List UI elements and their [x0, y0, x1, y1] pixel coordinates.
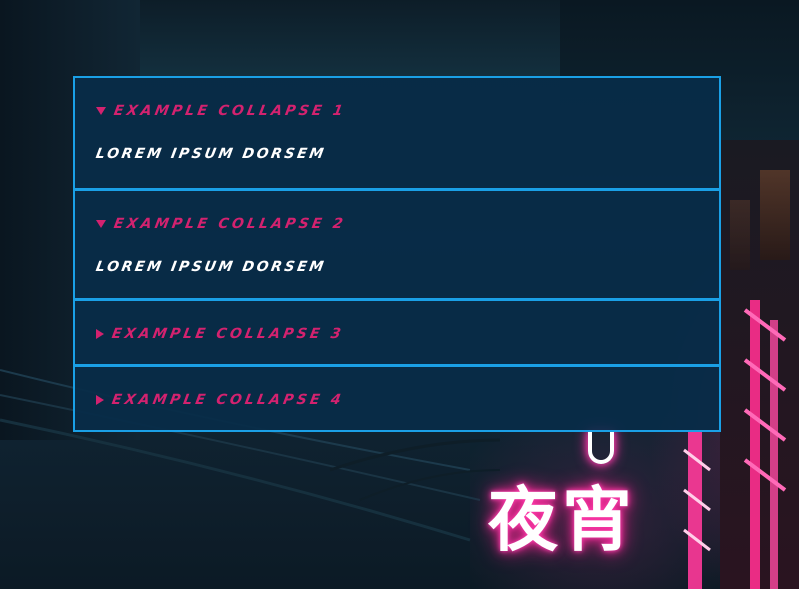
accordion-panel-4: Example Collapse 4: [75, 364, 719, 430]
accordion-title: Example Collapse 3: [110, 326, 346, 342]
neon-sign-bars: [743, 300, 787, 589]
neon-sign-strip: [683, 430, 711, 589]
accordion-title: Example Collapse 2: [112, 216, 348, 232]
neon-sign-hook: [588, 430, 614, 464]
neon-sign-text: 夜宵: [488, 479, 636, 561]
accordion-header-2[interactable]: Example Collapse 2: [96, 215, 348, 233]
accordion: Example Collapse 1 Lorem ipsum dorsem Ex…: [73, 76, 721, 432]
accordion-header-3[interactable]: Example Collapse 3: [96, 325, 346, 343]
accordion-panel-2: Example Collapse 2 Lorem ipsum dorsem: [75, 188, 719, 298]
caret-right-icon: [96, 329, 104, 339]
accordion-header-1[interactable]: Example Collapse 1: [96, 102, 348, 120]
accordion-content: Lorem ipsum dorsem: [94, 259, 328, 275]
accordion-title: Example Collapse 1: [112, 103, 348, 119]
caret-down-icon: [96, 107, 106, 115]
accordion-panel-3: Example Collapse 3: [75, 298, 719, 364]
accordion-title: Example Collapse 4: [110, 392, 346, 408]
accordion-panel-1: Example Collapse 1 Lorem ipsum dorsem: [75, 78, 719, 188]
accordion-content: Lorem ipsum dorsem: [94, 146, 328, 162]
caret-right-icon: [96, 395, 104, 405]
caret-down-icon: [96, 220, 106, 228]
accordion-header-4[interactable]: Example Collapse 4: [96, 391, 346, 409]
